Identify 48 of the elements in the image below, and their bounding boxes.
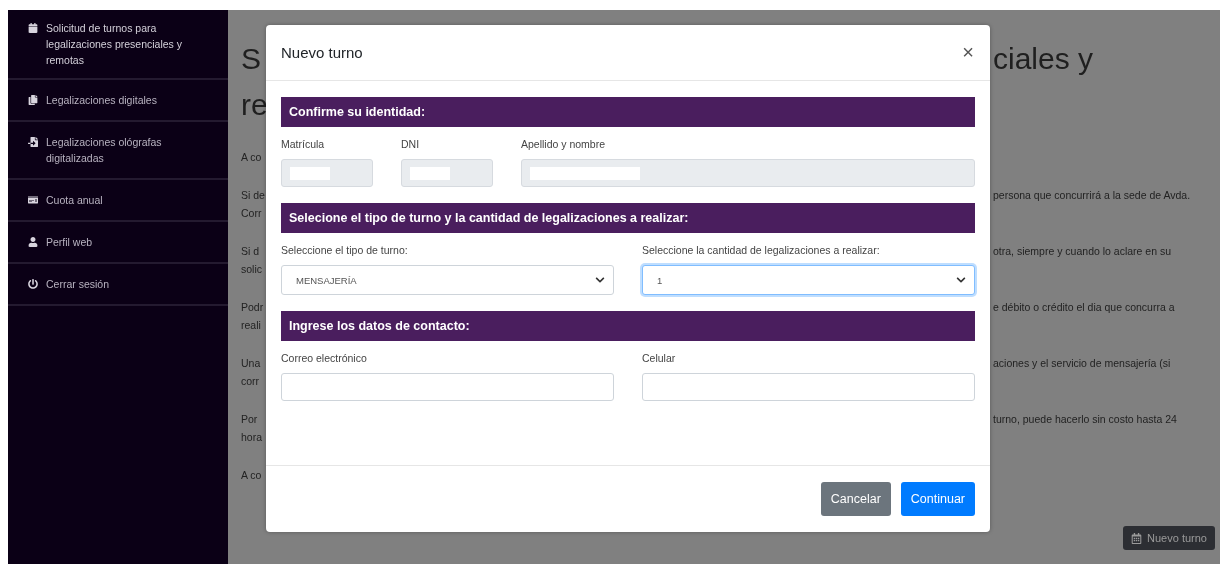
dropdown-field[interactable]: 1 — [642, 265, 975, 295]
paragraph-text: turno, puede hacerlo sin costo hasta 24 — [993, 412, 1178, 427]
chevron-icon — [956, 275, 966, 285]
input-field[interactable] — [281, 373, 614, 401]
paragraph-text: otra, siempre y cuando lo aclare en su — [993, 244, 1172, 259]
page-heading: S — [241, 41, 262, 77]
field-label: Matrícula — [281, 137, 326, 151]
field-label: Seleccione el tipo de turno: — [281, 243, 409, 257]
field-label: DNI — [401, 137, 421, 151]
power-icon — [28, 279, 38, 289]
paragraph-text: Si d — [241, 244, 261, 259]
page-heading: re — [241, 87, 269, 123]
paragraph-text: corr — [241, 374, 261, 389]
user-icon — [28, 237, 38, 247]
calendar-icon — [1131, 532, 1143, 544]
file-icon — [28, 137, 38, 147]
paragraph-text: e débito o crédito el dia que concurra a — [993, 300, 1176, 315]
close-button[interactable]: × — [962, 41, 974, 64]
field-label: Celular — [642, 351, 677, 365]
field-label: Apellido y nombre — [521, 137, 607, 151]
documents-icon — [28, 95, 38, 105]
new-appointment-button[interactable]: Nuevo turno — [1123, 526, 1215, 550]
input-field[interactable] — [642, 373, 975, 401]
section-header: Ingrese los datos de contacto: — [281, 311, 975, 341]
field-label: Seleccione la cantidad de legalizaciones a realizar: — [642, 243, 881, 257]
paragraph-text: reali — [241, 318, 262, 333]
dropdown-field[interactable]: MENSAJERÍA — [281, 265, 614, 295]
paragraph-text: solic — [241, 262, 263, 277]
chevron-icon — [595, 275, 605, 285]
paragraph-text: Si de — [241, 188, 266, 203]
paragraph-text: A co — [241, 468, 263, 483]
field-label: Correo electrónico — [281, 351, 368, 365]
calendar-icon — [28, 23, 38, 33]
continue-button[interactable]: Continuar — [900, 482, 975, 516]
paragraph-text: A co — [241, 150, 263, 165]
paragraph-text: persona que concurrirá a la sede de Avda. — [993, 188, 1192, 203]
cancel-button[interactable]: Cancelar — [820, 482, 891, 516]
paragraph-text: Corr — [241, 206, 263, 221]
card-icon — [28, 195, 38, 205]
paragraph-text: Por — [241, 412, 259, 427]
paragraph-text: Una — [241, 356, 262, 371]
paragraph-text: hora — [241, 430, 263, 445]
paragraph-text: Podr — [241, 300, 265, 315]
modal-title: Nuevo turno — [281, 44, 363, 61]
section-header: Confirme su identidad: — [281, 97, 975, 127]
paragraph-text: aciones y el servicio de mensajería (si — [993, 356, 1172, 371]
page-heading: ciales y — [993, 41, 1095, 77]
section-header: Selecione el tipo de turno y la cantidad de legalizaciones a realizar: — [281, 203, 975, 233]
